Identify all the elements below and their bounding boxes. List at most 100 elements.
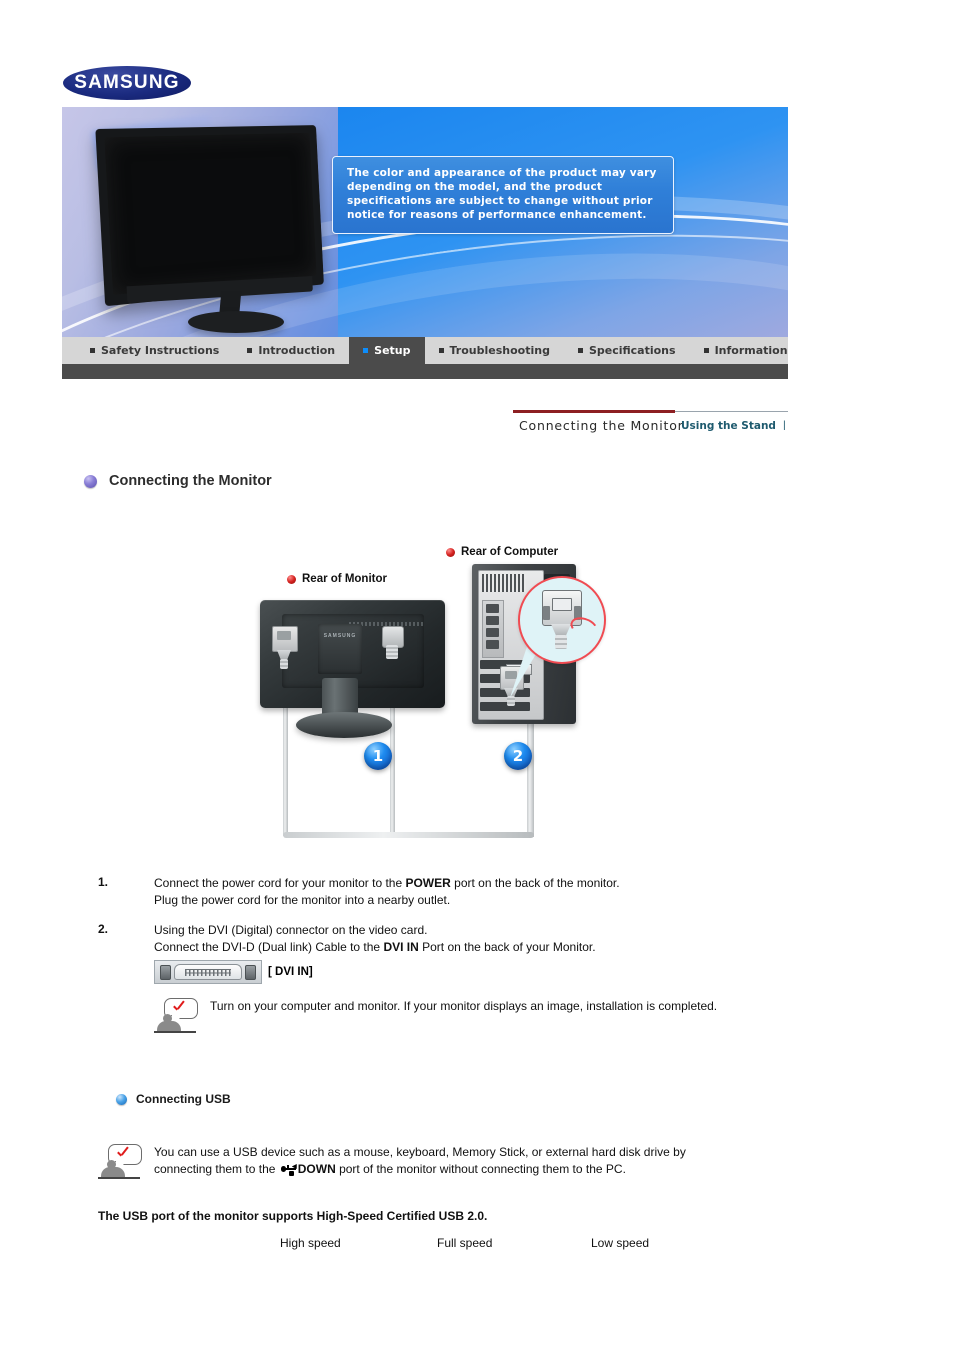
usb-section-title: Connecting USB: [116, 1092, 231, 1106]
usb-speed-high: High speed: [280, 1236, 341, 1250]
dvi-connector-boot: [507, 696, 515, 706]
bullet-square-icon: [90, 348, 95, 353]
person-body-icon: [101, 1167, 125, 1177]
step-1: 1. Connect the power cord for your monit…: [98, 875, 798, 908]
monitor-rear-brand-text: SAMSUNG: [323, 633, 357, 639]
monitor-product-photo: [91, 114, 352, 333]
sub-nav-divider: |: [783, 419, 786, 431]
callout-dvi-boot: [555, 635, 567, 649]
step-2-line1: Using the DVI (Digital) connector on the…: [154, 923, 428, 937]
note-person-icon: [154, 998, 198, 1034]
nav-label: Information: [714, 344, 788, 357]
dvi-in-caption: [ DVI IN]: [268, 965, 313, 978]
dvi-in-port-icon: [154, 960, 262, 984]
step-body: Connect the power cord for your monitor …: [154, 875, 798, 908]
callout-dvi-plug-slot: [552, 598, 572, 611]
computer-io-port: [486, 628, 499, 637]
usb-trident-icon: [280, 1164, 297, 1176]
sub-nav-item-using-the-stand[interactable]: Using the Stand: [681, 420, 776, 432]
main-nav-items: Safety Instructions Introduction Setup T…: [62, 337, 788, 364]
red-bullet-icon: [446, 547, 455, 557]
check-mark-icon: [172, 1001, 186, 1014]
step-1-line2: Plug the power cord for the monitor into…: [154, 892, 451, 907]
main-nav: Safety Instructions Introduction Setup T…: [62, 337, 788, 364]
usb-note: You can use a USB device such as a mouse…: [98, 1144, 738, 1180]
nav-label: Safety Instructions: [101, 344, 220, 357]
check-mark-icon: [116, 1147, 130, 1160]
red-bullet-icon: [287, 574, 296, 584]
monitor-stand-base: [296, 712, 392, 738]
page-root: SAMSUNG The color and appearance of the …: [0, 0, 954, 1351]
computer-io-port: [486, 604, 499, 613]
nav-item-safety-instructions[interactable]: Safety Instructions: [76, 337, 233, 364]
main-nav-underbar: [62, 364, 788, 379]
step-body: Using the DVI (Digital) connector on the…: [154, 922, 798, 984]
note-person-icon: [98, 1144, 142, 1180]
nav-item-setup[interactable]: Setup: [349, 337, 425, 364]
setup-steps: 1. Connect the power cord for your monit…: [98, 875, 798, 1034]
computer-io-port: [486, 616, 499, 625]
usb-down-keyword: DOWN: [297, 1162, 336, 1176]
usb-section-title-label: Connecting USB: [136, 1092, 231, 1106]
usb-support-statement: The USB port of the monitor supports Hig…: [98, 1209, 488, 1223]
step-2: 2. Using the DVI (Digital) connector on …: [98, 922, 798, 984]
bullet-square-icon: [438, 348, 444, 353]
dvi-screw-right-icon: [245, 964, 256, 980]
usb-note-text-c: port of the monitor without connecting t…: [335, 1162, 626, 1176]
note-baseline: [98, 1177, 140, 1179]
step-2-text-a: Connect the DVI-D (Dual link) Cable to t…: [154, 939, 384, 954]
sub-nav-inactive-underline: [675, 411, 788, 412]
step-2-text-c: Port on the back of your Monitor.: [418, 939, 596, 954]
diagram-label-text: Rear of Monitor: [302, 573, 387, 585]
computer-io-port: [486, 640, 499, 649]
diagram-badge-2: 2: [504, 742, 532, 770]
power-connector-boot: [386, 645, 398, 659]
dvi-connector-slot: [505, 671, 517, 679]
diagram-label-rear-of-computer: Rear of Computer: [446, 546, 558, 558]
purple-bullet-icon: [84, 474, 97, 488]
usb-stem: [286, 1164, 289, 1169]
setup-note: Turn on your computer and monitor. If yo…: [154, 998, 798, 1034]
usb-square-tip: [288, 1170, 294, 1176]
dvi-connector-monitor-side: [272, 626, 298, 669]
diagram-label-rear-of-monitor: Rear of Monitor: [287, 573, 387, 585]
cable-horizontal-run: [283, 832, 534, 838]
hero-banner: The color and appearance of the product …: [62, 107, 788, 337]
logo-text: SAMSUNG: [74, 72, 180, 93]
callout-thumbscrew-left-icon: [543, 606, 550, 620]
diagram-badge-1: 1: [364, 742, 392, 770]
cable-dvi-computer-vertical: [527, 720, 534, 837]
bullet-square-icon: [363, 348, 369, 353]
nav-label: Specifications: [588, 344, 676, 357]
monitor-screen: [104, 132, 317, 296]
monitor-base: [188, 311, 284, 333]
note-baseline: [154, 1031, 196, 1033]
nav-item-troubleshooting[interactable]: Troubleshooting: [425, 337, 564, 364]
bullet-square-icon: [703, 348, 709, 353]
sub-nav-item-connecting-the-monitor[interactable]: Connecting the Monitor: [519, 418, 684, 433]
nav-item-information[interactable]: Information: [690, 337, 802, 364]
dvi-connector-slot: [277, 631, 291, 640]
product-notice-text: The color and appearance of the product …: [347, 167, 657, 221]
step-1-text-c: port on the back of the monitor.: [450, 876, 620, 890]
page-title: Connecting the Monitor: [84, 473, 272, 489]
nav-label: Setup: [374, 344, 411, 357]
usb-note-text: You can use a USB device such as a mouse…: [154, 1144, 738, 1180]
dvi-screw-left-icon: [160, 964, 171, 980]
step-2-dvi-in-keyword: DVI IN: [383, 939, 419, 954]
sub-nav: Connecting the Monitor Using the Stand |: [513, 410, 788, 440]
diagram-label-text: Rear of Computer: [461, 546, 559, 558]
samsung-logo: SAMSUNG: [63, 66, 191, 100]
usb-speed-row: High speed Full speed Low speed: [280, 1236, 760, 1250]
step-1-text-a: Connect the power cord for your monitor …: [154, 876, 406, 890]
person-body-icon: [157, 1021, 181, 1031]
nav-label: Introduction: [258, 344, 336, 357]
step-1-power-keyword: POWER: [405, 876, 451, 890]
usb-arrow-tip: [291, 1164, 297, 1169]
nav-item-specifications[interactable]: Specifications: [564, 337, 690, 364]
bullet-square-icon: [577, 348, 583, 353]
computer-io-port-cluster: [482, 600, 504, 658]
dvi-connector-boot: [280, 659, 288, 669]
blue-bullet-icon: [116, 1093, 127, 1105]
nav-item-introduction[interactable]: Introduction: [233, 337, 349, 364]
